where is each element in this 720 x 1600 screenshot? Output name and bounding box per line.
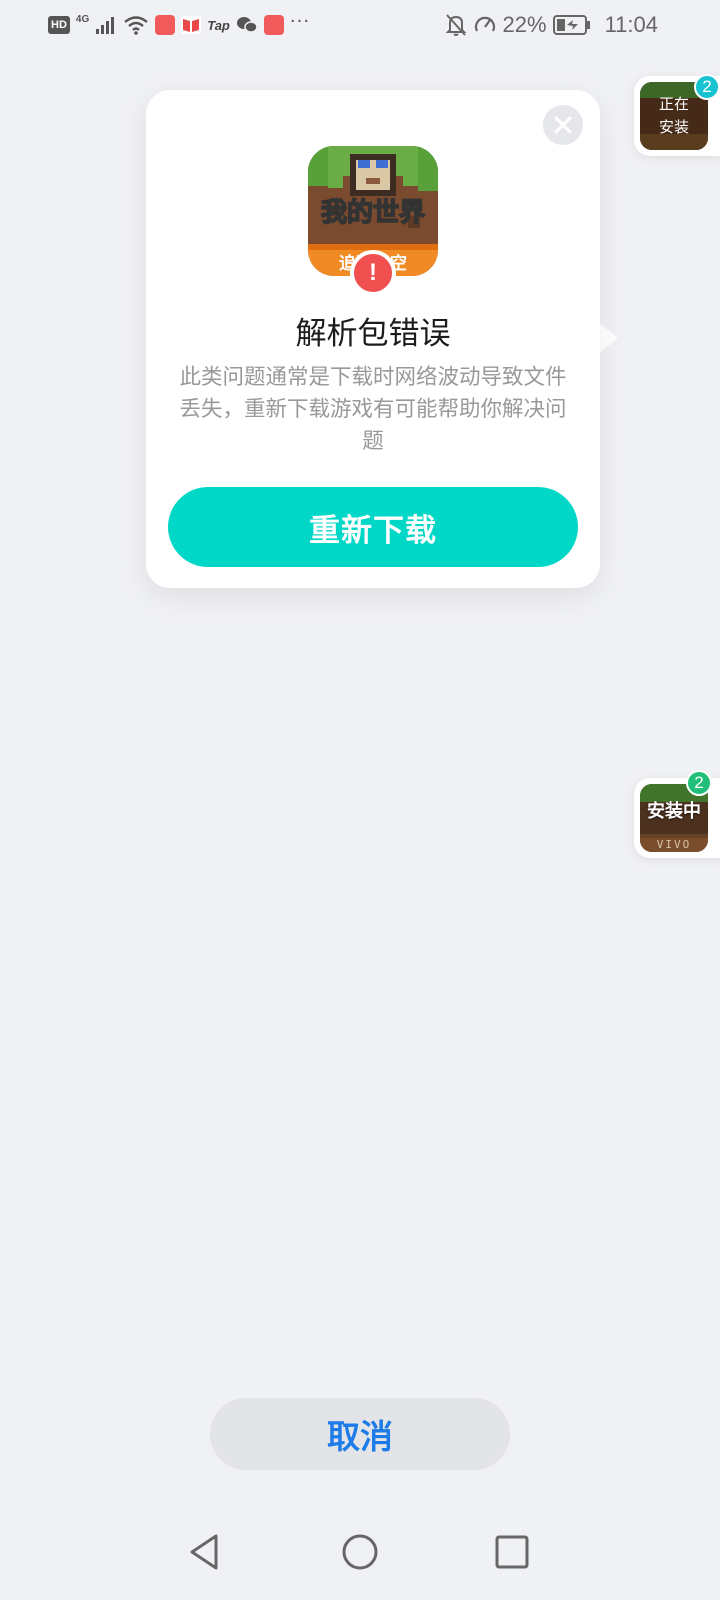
battery-percent: 22% (502, 12, 547, 37)
error-icon: ! (350, 250, 396, 296)
dialog-pointer (598, 322, 618, 354)
close-icon (554, 116, 572, 134)
mute-bell-icon (445, 14, 466, 36)
dialog-description: 此类问题通常是下载时网络波动导致文件丢失，重新下载游戏有可能帮助你解决问题 (179, 365, 567, 454)
cancel-button[interactable]: 取消 (210, 1398, 510, 1470)
redownload-button[interactable]: 重新下载 (168, 487, 578, 567)
vivo-count-badge: 2 (686, 770, 712, 796)
tap-app-icon: Tap (207, 17, 230, 33)
installing-label-line1: 正在 (658, 95, 689, 113)
book-app-icon (181, 16, 202, 34)
status-bar-right: 22% 11:04 (445, 12, 658, 38)
installing-count-badge: 2 (694, 74, 720, 100)
recents-square-icon[interactable] (490, 1530, 534, 1574)
battery-charging-icon (552, 15, 590, 35)
back-triangle-icon[interactable] (184, 1530, 228, 1574)
status-bar-left: HD 4G Tap ··· (48, 11, 310, 36)
close-button[interactable] (543, 105, 583, 145)
dialog-title: 解析包错误 (295, 316, 451, 352)
huawei-app-icon-2 (263, 15, 284, 35)
hd-icon: HD (48, 16, 70, 34)
error-dialog: 我的世界 追逐天空 ! 解析包错误 此类问题通常是下载时网络波动导致文件丢失，重… (146, 90, 600, 588)
wechat-icon (236, 17, 258, 33)
signal-icon (96, 17, 115, 34)
status-bar: HD 4G Tap ··· 22% 11:04 (0, 0, 720, 50)
wifi-icon (124, 16, 148, 35)
network-type: 4G (75, 13, 90, 25)
vivo-installing-float-widget[interactable]: VIVO 安装中 2 (634, 770, 720, 858)
clock: 11:04 (604, 12, 658, 37)
more-notifications-icon: ··· (289, 10, 311, 32)
huawei-app-icon (155, 15, 176, 35)
vivo-brand-text: VIVO (657, 838, 692, 851)
speedometer-icon (474, 16, 495, 32)
game-icon-title: 我的世界 (321, 197, 425, 228)
installing-float-widget[interactable]: 正在 安装 2 (634, 74, 720, 156)
installing-label-line2: 安装 (658, 118, 689, 136)
home-circle-icon[interactable] (338, 1530, 382, 1574)
navigation-bar (0, 1520, 720, 1600)
